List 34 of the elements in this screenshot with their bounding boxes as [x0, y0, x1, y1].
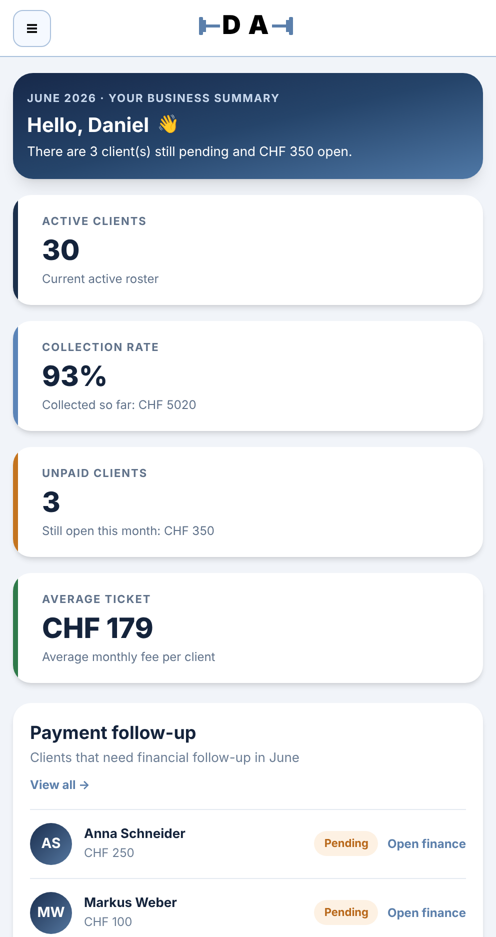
barbell-plate-icon — [272, 16, 294, 36]
stat-note: Collected so far: CHF 5020 — [42, 396, 198, 414]
stat-note: Still open this month: CHF 350 — [42, 522, 216, 540]
summary-eyebrow: JUNE 2026 · YOUR BUSINESS SUMMARY — [27, 90, 281, 106]
status-badge: Pending — [314, 831, 378, 856]
client-name: Markus Weber — [84, 894, 177, 913]
logo-text: D A — [221, 13, 271, 39]
client-amount: CHF 100 — [84, 913, 134, 932]
open-finance-link[interactable]: Open finance — [387, 834, 466, 852]
stat-value: 3 — [42, 484, 62, 520]
client-amount: CHF 250 — [84, 844, 136, 862]
status-badge: Pending — [314, 900, 378, 925]
stat-note: Average monthly fee per client — [42, 648, 216, 666]
barbell-plate-icon — [198, 16, 220, 36]
stat-value: 30 — [42, 232, 81, 268]
avatar: MW — [30, 892, 72, 934]
stat-value: 93% — [42, 358, 109, 394]
followup-title: Payment follow-up — [30, 722, 198, 746]
open-finance-link[interactable]: Open finance — [387, 904, 466, 922]
stat-note: Current active roster — [42, 270, 160, 288]
greeting: Hello, Daniel — [27, 112, 150, 138]
menu-icon — [27, 24, 37, 32]
wave-emoji: 👋 — [157, 113, 180, 137]
menu-button[interactable] — [13, 10, 51, 46]
stat-value: CHF 179 — [42, 610, 154, 646]
stat-label: AVERAGE TICKET — [42, 591, 152, 608]
view-all-link[interactable]: View all → — [30, 776, 90, 794]
client-name: Anna Schneider — [84, 824, 186, 844]
summary-text: There are 3 client(s) still pending and CHF 350 open. — [27, 142, 354, 162]
stat-label: UNPAID CLIENTS — [42, 465, 149, 482]
stat-label: ACTIVE CLIENTS — [42, 213, 148, 230]
avatar: AS — [30, 822, 72, 864]
followup-subtitle: Clients that need financial follow-up in June — [30, 749, 300, 768]
stat-label: COLLECTION RATE — [42, 339, 160, 356]
